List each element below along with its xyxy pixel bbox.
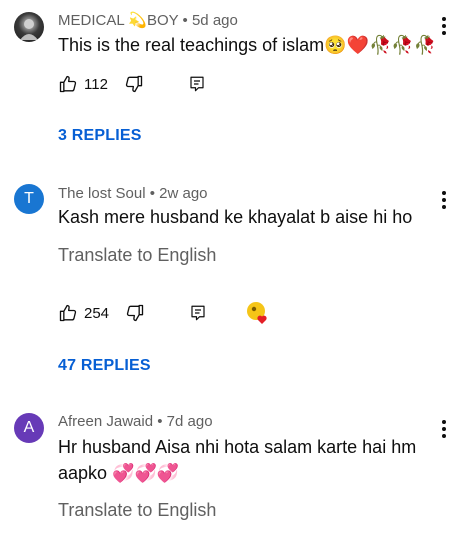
comment-time: • 5d ago (182, 12, 238, 29)
view-replies-button[interactable]: 3 REPLIES (58, 127, 142, 145)
thumb-down-icon (125, 75, 143, 93)
dislike-button[interactable] (125, 303, 145, 323)
dislike-button[interactable] (124, 74, 144, 94)
comment-meta: The lost Soul • 2w ago (58, 185, 208, 202)
comment-text: Kash mere husband ke khayalat b aise hi … (58, 207, 413, 227)
comment-meta: MEDICAL 💫BOY • 5d ago (58, 11, 238, 29)
avatar[interactable]: A (14, 413, 44, 443)
reply-button[interactable] (188, 75, 206, 93)
comment-author[interactable]: The lost Soul (58, 185, 146, 202)
creator-heart (245, 300, 271, 326)
avatar-letter: A (23, 419, 35, 436)
avatar-photo-icon (20, 19, 38, 40)
comment-actions: 254 (58, 299, 271, 327)
like-button[interactable]: 112 (58, 74, 108, 94)
avatar-letter: T (24, 190, 34, 207)
more-options-button[interactable] (434, 188, 454, 212)
avatar[interactable] (14, 12, 44, 42)
comment-author[interactable]: MEDICAL 💫BOY (58, 12, 178, 29)
translate-button[interactable]: Translate to English (58, 245, 216, 266)
translate-button[interactable]: Translate to English (58, 500, 216, 521)
comment-text-line: aapko 💞💞💞 (58, 463, 180, 483)
comment-text-line: Hr husband Aisa nhi hota salam karte hai… (58, 437, 417, 457)
more-options-button[interactable] (434, 14, 454, 38)
reply-icon (190, 76, 204, 92)
comment-actions: 112 (58, 70, 206, 98)
thumb-up-icon (59, 304, 77, 322)
avatar[interactable]: T (14, 184, 44, 214)
like-count: 112 (84, 75, 108, 93)
creator-heart-icon (247, 302, 267, 324)
more-vert-icon (442, 191, 446, 209)
more-vert-icon (442, 420, 446, 438)
comment-time: • 2w ago (149, 185, 208, 202)
more-options-button[interactable] (434, 417, 454, 441)
comment-meta: Afreen Jawaid • 7d ago (58, 413, 213, 430)
comment-text: This is the real teachings of islam🥺❤️🥀🥀… (58, 35, 437, 55)
more-vert-icon (442, 17, 446, 35)
like-button[interactable]: 254 (58, 303, 109, 323)
thumb-down-icon (126, 304, 144, 322)
reply-button[interactable] (189, 304, 207, 322)
comment-author[interactable]: Afreen Jawaid (58, 413, 153, 430)
comment-time: • 7d ago (157, 413, 213, 430)
like-count: 254 (84, 304, 110, 322)
thumb-up-icon (59, 75, 77, 93)
view-replies-button[interactable]: 47 REPLIES (58, 357, 151, 375)
reply-icon (191, 305, 205, 321)
comment-text: Hr husband Aisa nhi hota salam karte hai… (58, 434, 438, 486)
